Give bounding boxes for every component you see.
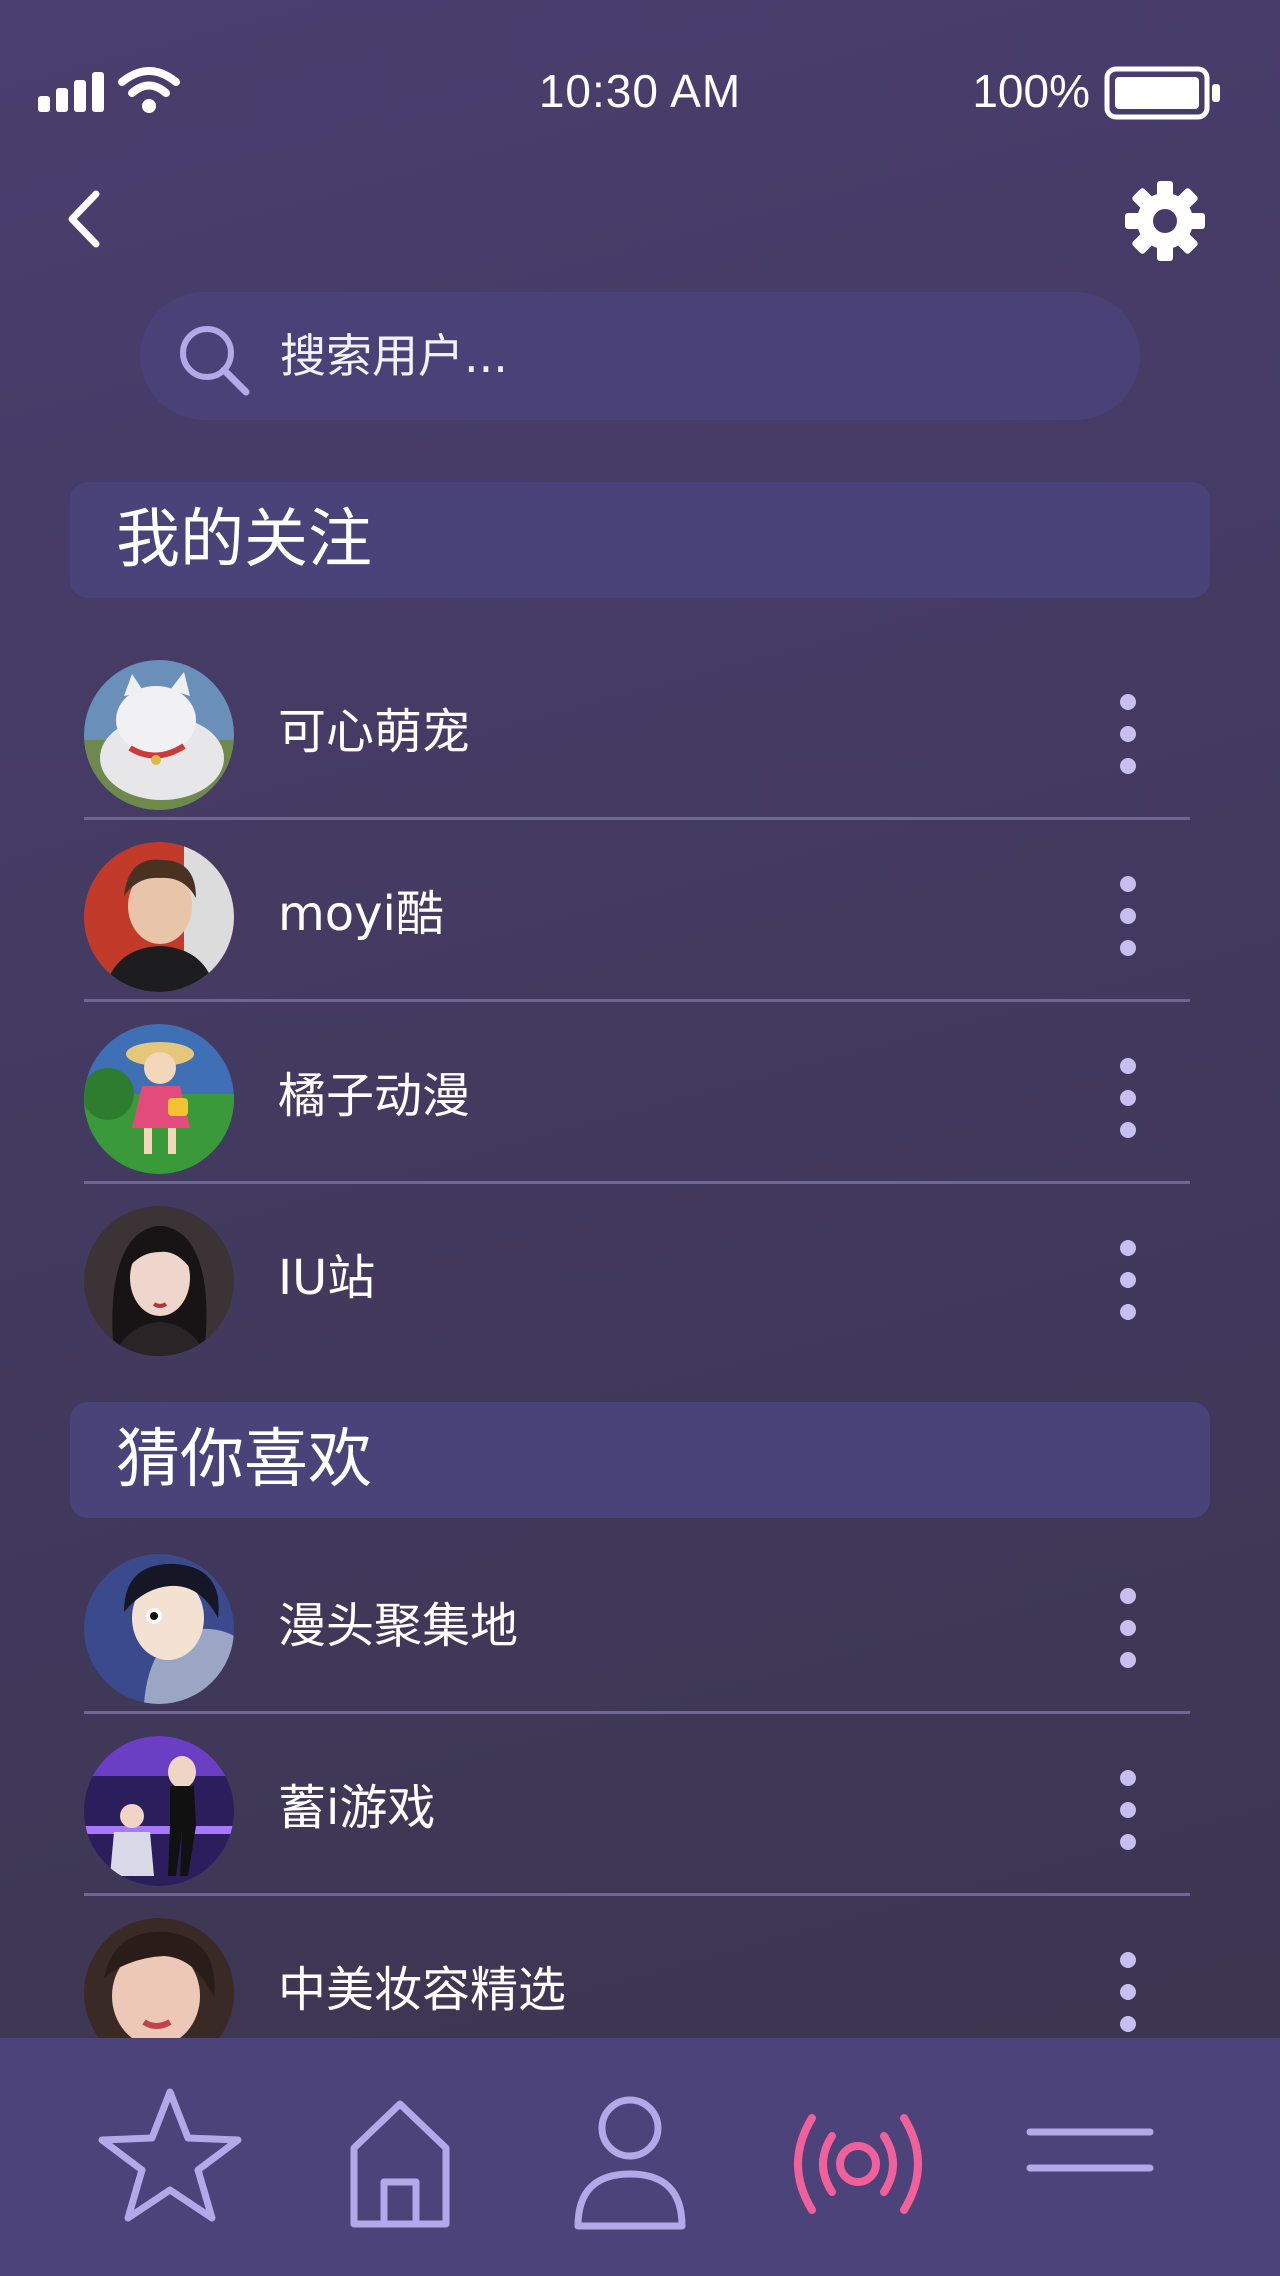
chevron-left-icon[interactable]: [60, 188, 114, 250]
menu-icon: [1026, 2128, 1154, 2172]
username: 漫头聚集地: [278, 1598, 519, 1654]
person-icon: [574, 2096, 686, 2230]
search-input[interactable]: [280, 314, 1100, 398]
avatar: [84, 1206, 234, 1356]
list-item[interactable]: moyi酷: [84, 820, 1190, 1002]
tab-menu[interactable]: [1010, 2078, 1170, 2238]
search-icon: [180, 326, 250, 396]
more-options-icon[interactable]: [1098, 866, 1158, 966]
avatar: [84, 1918, 234, 2038]
list-item[interactable]: 橘子动漫: [84, 1002, 1190, 1184]
tab-favorites[interactable]: [90, 2078, 250, 2238]
tab-live[interactable]: [778, 2078, 938, 2238]
tab-home[interactable]: [320, 2078, 480, 2238]
avatar: [84, 1736, 234, 1886]
more-options-icon[interactable]: [1098, 1230, 1158, 1330]
more-options-icon[interactable]: [1098, 1048, 1158, 1148]
list-item[interactable]: IU站: [84, 1184, 1190, 1366]
gear-icon[interactable]: [1124, 180, 1206, 262]
username: 橘子动漫: [278, 1068, 471, 1124]
username: IU站: [278, 1250, 376, 1306]
username: 蓄i游戏: [278, 1780, 436, 1836]
avatar: [84, 1554, 234, 1704]
list-item[interactable]: 蓄i游戏: [84, 1714, 1190, 1896]
more-options-icon[interactable]: [1098, 684, 1158, 784]
username: moyi酷: [278, 886, 444, 942]
avatar: [84, 660, 234, 810]
star-icon: [98, 2088, 242, 2222]
battery-icon: [1104, 66, 1220, 120]
battery-percent: 100%: [972, 65, 1090, 117]
more-options-icon[interactable]: [1098, 1760, 1158, 1860]
more-options-icon[interactable]: [1098, 1942, 1158, 2038]
search-bar[interactable]: [140, 292, 1140, 420]
recommended-list-viewport[interactable]: 漫头聚集地 蓄i游戏 中美妆容精选: [0, 1520, 1280, 2038]
section-title: 我的关注: [116, 503, 372, 577]
recommended-section-header: 猜你喜欢: [70, 1402, 1210, 1518]
username: 可心萌宠: [278, 704, 471, 760]
broadcast-icon: [794, 2114, 922, 2214]
bottom-tab-bar: [0, 2038, 1280, 2276]
more-options-icon[interactable]: [1098, 1578, 1158, 1678]
tab-profile[interactable]: [550, 2078, 710, 2238]
following-list: 可心萌宠 moyi酷 橘子动漫 IU站: [84, 638, 1190, 1366]
home-icon: [350, 2100, 450, 2228]
list-item[interactable]: 漫头聚集地: [84, 1532, 1190, 1714]
following-section-header: 我的关注: [70, 482, 1210, 598]
list-item[interactable]: 中美妆容精选: [84, 1896, 1190, 2038]
status-bar: 10:30 AM 100%: [0, 0, 1280, 190]
avatar: [84, 1024, 234, 1174]
recommended-list: 漫头聚集地 蓄i游戏 中美妆容精选: [84, 1532, 1190, 2038]
list-item[interactable]: 可心萌宠: [84, 638, 1190, 820]
username: 中美妆容精选: [278, 1962, 567, 2018]
avatar: [84, 842, 234, 992]
section-title: 猜你喜欢: [116, 1423, 372, 1497]
